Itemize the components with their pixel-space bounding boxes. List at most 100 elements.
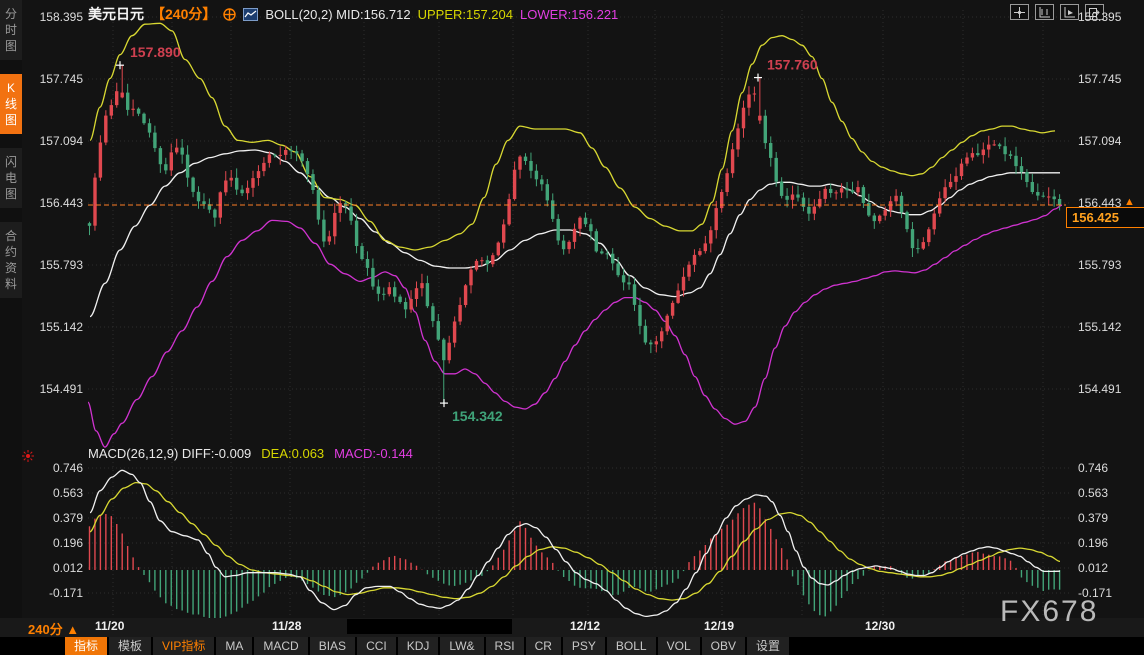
candle-body [268, 155, 271, 163]
period-button[interactable]: 240分 ▲ [28, 619, 79, 638]
candle-body [573, 229, 576, 242]
scroll-thumb[interactable] [347, 619, 512, 634]
candle-body [289, 150, 292, 151]
candle-body [251, 178, 254, 188]
candle-body [540, 179, 543, 184]
candle-body [529, 161, 532, 171]
toolbar-tab-模板[interactable]: 模板 [109, 637, 151, 655]
candle-body [262, 163, 265, 171]
candle-body [987, 145, 990, 150]
candle-body [982, 150, 985, 156]
candle-body [393, 287, 396, 296]
toolbar-tab-BOLL[interactable]: BOLL [607, 637, 656, 655]
toolbar-tab-BIAS[interactable]: BIAS [310, 637, 355, 655]
candle-body [175, 148, 178, 153]
toolbar-tab-VOL[interactable]: VOL [658, 637, 700, 655]
toolbar-tab-MA[interactable]: MA [216, 637, 252, 655]
candle-body [802, 198, 805, 207]
candle-body [475, 261, 478, 270]
candle-body [747, 95, 750, 108]
candle-body [687, 265, 690, 277]
candle-body [518, 157, 521, 170]
candle-body [775, 158, 778, 182]
macd-label-right: 0.379 [1078, 511, 1144, 525]
candle-body [769, 143, 772, 158]
toolbar-tab-LW&[interactable]: LW& [440, 637, 483, 655]
toolbar-tab-MACD[interactable]: MACD [254, 637, 307, 655]
candle-body [840, 188, 843, 192]
candle-body [360, 246, 363, 259]
toolbar-tab-设置[interactable]: 设置 [747, 637, 789, 655]
candle-body [998, 144, 1001, 146]
toolbar-tab-VIP指标[interactable]: VIP指标 [153, 637, 214, 655]
candle-body [284, 150, 287, 155]
candle-body [235, 178, 238, 190]
candle-body [159, 148, 162, 164]
macd-value-label: MACD:-0.144 [334, 446, 413, 461]
toolbar-tab-CR[interactable]: CR [526, 637, 561, 655]
chart-line-icon [243, 8, 258, 21]
candle-body [704, 243, 707, 251]
candle-body [736, 128, 739, 149]
candle-body [758, 116, 761, 121]
toolbar-tab-RSI[interactable]: RSI [486, 637, 524, 655]
candle-body [442, 340, 445, 361]
extreme-price-label: 154.342 [452, 408, 503, 424]
candle-body [1020, 166, 1023, 172]
macd-label-right: 0.746 [1078, 461, 1144, 475]
candle-body [1014, 156, 1017, 166]
toolbar-tab-CCI[interactable]: CCI [357, 637, 396, 655]
candle-body [938, 198, 941, 213]
axis-play-icon[interactable] [1060, 4, 1079, 20]
candle-body [437, 321, 440, 340]
candle-body [1009, 154, 1012, 156]
candle-body [829, 189, 832, 193]
candle-body [164, 164, 167, 170]
macd-label-left: 0.379 [13, 511, 83, 525]
price-label-right: 158.395 [1078, 10, 1144, 24]
candle-body [943, 187, 946, 198]
sidebar-item-1[interactable]: 分时图 [0, 0, 22, 60]
boll-upper-band [90, 23, 1055, 250]
globe-plus-icon[interactable] [223, 8, 236, 21]
toolbar-tab-KDJ[interactable]: KDJ [398, 637, 439, 655]
price-label-left: 154.491 [13, 382, 83, 396]
candle-body [1036, 192, 1039, 196]
date-tick-12-19: 12/19 [704, 619, 734, 633]
candle-body [611, 254, 614, 264]
candle-body [1053, 197, 1056, 200]
toolbar-tab-PSY[interactable]: PSY [563, 637, 605, 655]
candle-body [753, 94, 756, 95]
candle-body [388, 287, 391, 294]
candle-body [480, 260, 483, 261]
candle-body [927, 229, 930, 242]
candle-body [606, 253, 609, 254]
candle-body [497, 243, 500, 256]
candle-body [856, 187, 859, 192]
toolbar-tab-OBV[interactable]: OBV [702, 637, 745, 655]
candle-body [382, 294, 385, 295]
candle-body [922, 242, 925, 249]
candle-body [181, 148, 184, 155]
candle-body [567, 242, 570, 249]
macd-header: MACD(26,12,9) DIFF:-0.009 DEA:0.063 MACD… [88, 446, 413, 461]
candle-body [873, 216, 876, 222]
candle-body [976, 153, 979, 155]
candle-body [889, 201, 892, 210]
candle-body [377, 287, 380, 294]
crosshair-icon[interactable] [1010, 4, 1029, 20]
date-tick-11-20: 11/20 [95, 619, 124, 633]
candle-body [698, 251, 701, 255]
candle-body [916, 248, 919, 249]
candle-body [257, 171, 260, 178]
toolbar-tab-指标[interactable]: 指标 [65, 637, 107, 655]
candle-body [99, 143, 102, 178]
candle-body [960, 164, 963, 177]
candle-body [464, 285, 467, 305]
app-root: 157.890157.760154.342 分时图K线图闪电图合约资料 美元日元… [0, 0, 1144, 655]
axis-scale-icon[interactable] [1035, 4, 1054, 20]
candle-body [415, 288, 418, 299]
price-label-right: 155.142 [1078, 320, 1144, 334]
candle-body [333, 213, 336, 236]
price-label-left: 158.395 [13, 10, 83, 24]
